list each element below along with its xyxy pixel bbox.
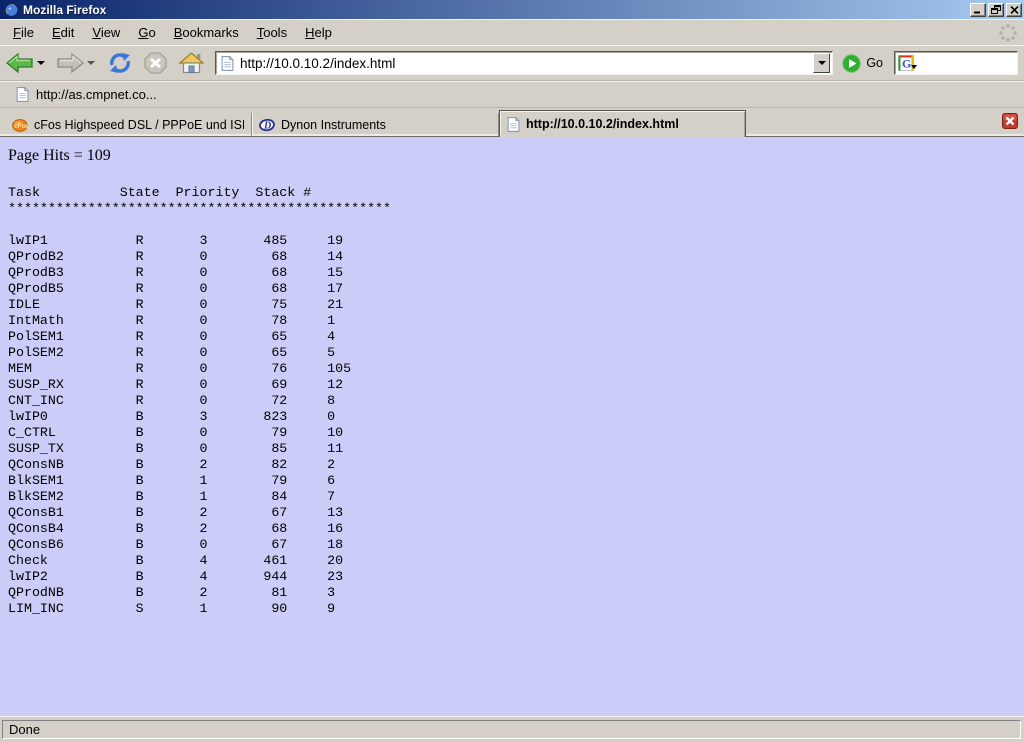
page-hits-text: Page Hits = 109	[8, 147, 1016, 164]
svg-text:cFos: cFos	[14, 123, 28, 130]
window-title: Mozilla Firefox	[23, 4, 968, 16]
back-dropdown-icon[interactable]	[37, 61, 45, 65]
menu-bar: FileEditViewGoBookmarksToolsHelp	[0, 19, 1024, 45]
menu-item-bookmarks[interactable]: Bookmarks	[165, 21, 248, 44]
tab-page-icon	[507, 117, 520, 132]
restore-button[interactable]	[988, 3, 1004, 17]
search-input[interactable]	[919, 55, 1014, 72]
page-content: Page Hits = 109 Task State Priority Stac…	[0, 137, 1024, 716]
tab-bar: cFos cFos Highspeed DSL / PPPoE und ISDN…	[0, 108, 1024, 137]
status-text: Done	[9, 722, 40, 737]
minimize-icon	[973, 5, 983, 14]
minimize-button[interactable]	[970, 3, 986, 17]
tab-active-index[interactable]: http://10.0.10.2/index.html	[499, 110, 746, 137]
status-panel: Done	[2, 720, 1021, 739]
url-input[interactable]	[234, 54, 813, 73]
bookmarks-toolbar: http://as.cmpnet.co...	[0, 81, 1024, 108]
go-icon	[842, 54, 861, 73]
bookmark-item[interactable]: http://as.cmpnet.co...	[12, 85, 161, 104]
close-tab-button[interactable]	[1002, 113, 1018, 129]
restore-icon	[991, 5, 1002, 15]
menu-item-tools[interactable]: Tools	[248, 21, 296, 44]
bookmark-page-icon	[16, 87, 29, 102]
tab-dynon[interactable]: D Dynon Instruments	[252, 113, 499, 136]
page-icon	[221, 56, 234, 71]
tab-label: cFos Highspeed DSL / PPPoE und ISDN CAP.…	[34, 118, 244, 132]
tab-label: http://10.0.10.2/index.html	[526, 117, 679, 131]
close-icon	[1010, 6, 1019, 14]
go-button-label: Go	[866, 56, 883, 70]
back-icon	[5, 51, 35, 75]
status-bar: Done	[0, 716, 1024, 742]
svg-text:G: G	[902, 57, 911, 71]
bookmark-label: http://as.cmpnet.co...	[36, 87, 157, 102]
go-button[interactable]: Go	[840, 52, 885, 75]
forward-icon	[55, 51, 85, 75]
menu-item-edit[interactable]: Edit	[43, 21, 83, 44]
home-button[interactable]	[177, 50, 206, 76]
search-engine-dropdown-icon[interactable]	[911, 65, 917, 69]
menu-item-view[interactable]: View	[83, 21, 129, 44]
url-bar[interactable]	[215, 51, 833, 75]
home-icon	[178, 51, 205, 75]
back-button[interactable]	[4, 50, 48, 76]
dynon-favicon-icon: D	[259, 117, 275, 133]
menu-item-go[interactable]: Go	[129, 21, 164, 44]
tab-cfos[interactable]: cFos cFos Highspeed DSL / PPPoE und ISDN…	[5, 113, 252, 136]
chevron-down-icon	[818, 61, 826, 65]
forward-dropdown-icon[interactable]	[87, 61, 95, 65]
close-window-button[interactable]	[1006, 3, 1022, 17]
menu-item-help[interactable]: Help	[296, 21, 341, 44]
firefox-logo-icon	[4, 2, 19, 17]
forward-button[interactable]	[54, 50, 98, 76]
stop-icon	[143, 51, 168, 75]
navigation-toolbar: Go G	[0, 45, 1024, 81]
search-box[interactable]: G	[894, 51, 1018, 75]
menu-item-file[interactable]: File	[4, 21, 43, 44]
tab-label: Dynon Instruments	[281, 118, 386, 132]
url-dropdown-button[interactable]	[813, 53, 830, 73]
stop-button[interactable]	[142, 50, 169, 76]
close-tab-icon	[1002, 113, 1018, 129]
reload-button[interactable]	[106, 50, 134, 76]
reload-icon	[107, 51, 133, 75]
task-table: Task State Priority Stack # ************…	[8, 185, 1016, 617]
svg-text:D: D	[263, 120, 271, 131]
cfos-favicon-icon: cFos	[12, 117, 28, 133]
throbber-icon	[997, 22, 1019, 44]
title-bar: Mozilla Firefox	[0, 0, 1024, 19]
